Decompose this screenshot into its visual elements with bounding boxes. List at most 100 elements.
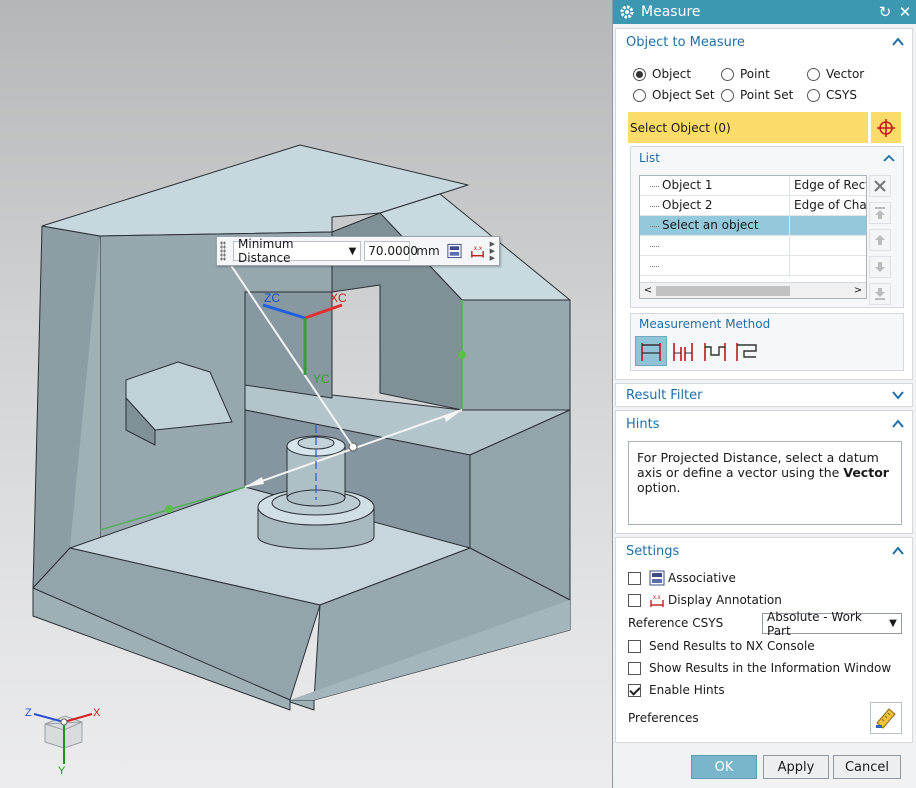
radio-button[interactable] <box>721 67 734 81</box>
close-icon[interactable]: ✕ <box>896 3 914 21</box>
hints-header[interactable]: Hints <box>616 411 912 437</box>
object-to-measure-header[interactable]: Object to Measure <box>616 29 912 55</box>
associative-checkbox-row[interactable]: Associative <box>628 570 736 586</box>
scroll-thumb[interactable] <box>656 285 790 296</box>
radio-button[interactable] <box>633 67 646 81</box>
reference-csys-row: Reference CSYS <box>628 616 723 630</box>
measure-type-dropdown[interactable]: Minimum Distance ▼ <box>233 237 362 265</box>
drag-grip-icon[interactable] <box>220 241 226 261</box>
radio-vector[interactable]: Vector <box>807 67 864 81</box>
method-projected-button[interactable] <box>667 336 699 366</box>
list-header[interactable]: List <box>631 147 903 169</box>
chevron-down-icon[interactable] <box>888 388 908 402</box>
projected-distance-icon <box>673 343 693 361</box>
list-row[interactable]: Select an object <box>640 216 866 236</box>
move-bottom-icon <box>875 288 885 300</box>
associative-label: Associative <box>668 571 736 585</box>
radio-label: CSYS <box>826 88 857 102</box>
move-up-button[interactable] <box>869 229 891 251</box>
enable-hints-label: Enable Hints <box>649 683 725 697</box>
measure-value-field[interactable]: 70.0000 <box>364 241 418 261</box>
show-results-checkbox-row[interactable]: Show Results in the Information Window <box>628 661 891 675</box>
settings-header[interactable]: Settings <box>616 538 912 564</box>
measure-result-toolbar[interactable]: Minimum Distance ▼ 70.0000 mm x.x ▶ ▶ ▶ <box>216 236 500 266</box>
radio-object-set[interactable]: Object Set <box>633 88 715 102</box>
gear-icon <box>620 5 634 19</box>
method-distance-button[interactable] <box>635 336 667 366</box>
cancel-button[interactable]: Cancel <box>833 755 901 779</box>
list-cell-type: Edge of Chamfer <box>794 198 866 212</box>
move-top-button[interactable] <box>869 202 891 224</box>
result-filter-header[interactable]: Result Filter <box>616 384 912 406</box>
datum-xc-label: XC <box>330 291 347 305</box>
send-results-label: Send Results to NX Console <box>649 639 815 653</box>
radio-label: Point <box>740 67 770 81</box>
radio-button[interactable] <box>807 88 820 102</box>
apply-button[interactable]: Apply <box>763 755 829 779</box>
list-row[interactable]: Object 1 Edge of Rectangular Block <box>640 176 866 196</box>
graphics-window[interactable]: ZC XC YC Minimum Distance ▼ 70.0000 mm x… <box>0 0 612 788</box>
dropdown-arrow-icon: ▼ <box>348 245 357 257</box>
radio-button[interactable] <box>807 67 820 81</box>
radio-csys[interactable]: CSYS <box>807 88 857 102</box>
radio-point[interactable]: Point <box>721 67 770 81</box>
display-annotation-checkbox-row[interactable]: x.x Display Annotation <box>628 592 782 608</box>
triad-z-label: Z <box>25 707 32 719</box>
reference-csys-value: Absolute - Work Part <box>767 609 862 638</box>
remove-button[interactable] <box>869 175 891 197</box>
enable-hints-checkbox[interactable] <box>628 683 641 697</box>
hints-text-box: For Projected Distance, select a datum a… <box>628 441 902 525</box>
scroll-right-icon[interactable]: > <box>850 285 866 296</box>
chevron-up-icon[interactable] <box>888 35 908 49</box>
radio-button[interactable] <box>633 88 646 102</box>
list-row-empty <box>640 236 866 256</box>
select-target-button[interactable] <box>871 112 901 143</box>
ok-button[interactable]: OK <box>691 755 757 779</box>
measurement-method-title: Measurement Method <box>639 317 771 331</box>
measurement-method-subgroup: Measurement Method <box>630 313 904 371</box>
list-cell-type: Edge of Rectangular Block <box>794 178 866 192</box>
object-list-table[interactable]: Object 1 Edge of Rectangular Block Objec… <box>639 175 867 299</box>
associative-icon[interactable] <box>446 242 463 260</box>
reset-icon[interactable]: ↻ <box>876 3 894 21</box>
show-results-checkbox[interactable] <box>628 661 641 675</box>
radio-point-set[interactable]: Point Set <box>721 88 793 102</box>
display-annotation-checkbox[interactable] <box>628 593 641 607</box>
horizontal-scrollbar[interactable]: < > <box>640 282 866 298</box>
display-annotation-icon[interactable]: x.x <box>469 242 486 260</box>
radio-label: Vector <box>826 67 865 81</box>
more-options-icon[interactable]: ▶ ▶ ▶ <box>490 240 499 262</box>
result-filter-group[interactable]: Result Filter <box>615 383 913 407</box>
send-results-checkbox-row[interactable]: Send Results to NX Console <box>628 639 815 653</box>
triad-y-label: Y <box>58 765 66 777</box>
crosshair-icon <box>877 118 895 137</box>
chevron-up-icon[interactable] <box>879 151 899 165</box>
radio-object[interactable]: Object <box>633 67 691 81</box>
view-triad[interactable]: Z X Y <box>20 700 110 780</box>
distance-method-icon <box>641 343 661 361</box>
reference-csys-dropdown[interactable]: Absolute - Work Part ▼ <box>762 610 902 638</box>
enable-hints-checkbox-row[interactable]: Enable Hints <box>628 683 725 697</box>
scroll-left-icon[interactable]: < <box>640 285 656 296</box>
associative-checkbox[interactable] <box>628 571 641 585</box>
list-row[interactable]: Object 2 Edge of Chamfer <box>640 196 866 216</box>
move-bottom-button[interactable] <box>869 283 891 305</box>
part-model[interactable]: ZC XC YC <box>0 0 612 788</box>
settings-group: Settings Associative x.x Display Annotat… <box>615 537 913 743</box>
send-results-checkbox[interactable] <box>628 639 641 653</box>
chevron-up-icon[interactable] <box>888 417 908 431</box>
preferences-button[interactable] <box>870 702 902 734</box>
select-object-field[interactable]: Select Object (0) <box>628 112 868 143</box>
radio-button[interactable] <box>721 88 734 102</box>
method-length-button[interactable] <box>731 336 763 366</box>
preferences-row: Preferences <box>628 711 699 725</box>
measure-type-label: Minimum Distance <box>238 237 294 265</box>
list-subgroup: List Object 1 Edge of Rectangular Block … <box>630 146 904 308</box>
delete-x-icon <box>874 180 886 192</box>
chevron-up-icon[interactable] <box>888 544 908 558</box>
length-method-icon <box>736 343 757 361</box>
dialog-title-bar[interactable]: Measure ↻ ✕ <box>613 0 916 24</box>
method-screen-button[interactable] <box>699 336 731 366</box>
group-title: Settings <box>626 543 680 559</box>
move-down-button[interactable] <box>869 256 891 278</box>
